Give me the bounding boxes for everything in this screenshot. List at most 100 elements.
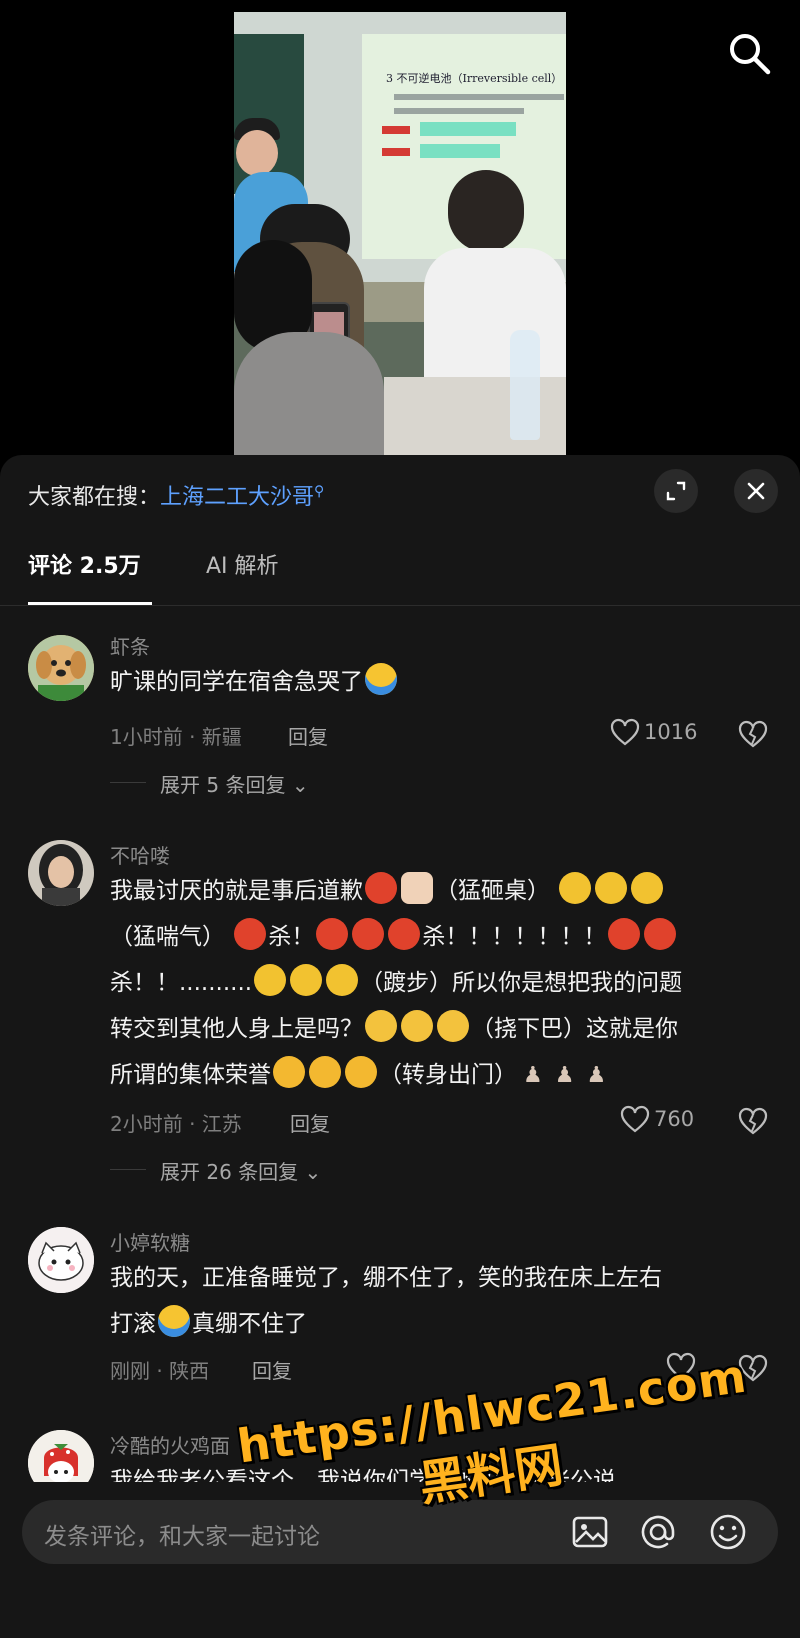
chevron-down-icon: ⌄ — [291, 773, 309, 797]
expand-sheet-button[interactable] — [654, 469, 698, 513]
comment-line: 转交到其他人身上是吗？ （挠下巴）这就是你 — [110, 1006, 770, 1052]
mention-icon[interactable] — [636, 1510, 680, 1554]
video-slide-line — [394, 108, 524, 114]
comment-time-location: 1小时前 · 新疆 — [110, 725, 242, 749]
suggested-search: 大家都在搜：上海二工大沙哥⚲ — [28, 479, 324, 511]
expand-replies-label: 展开 5 条回复 — [160, 773, 286, 797]
comment-text-span: （转身出门） — [379, 1062, 517, 1088]
huffing-face-emoji-icon — [559, 872, 592, 904]
avatar[interactable] — [28, 1227, 94, 1293]
video-bottle — [510, 330, 540, 440]
image-icon[interactable] — [568, 1510, 612, 1554]
raised-eyebrow-emoji-icon — [365, 1010, 397, 1042]
comment-username[interactable]: 不哈喽 — [110, 840, 170, 869]
comment-text-span: （猛砸桌） — [435, 878, 550, 904]
comment-text-span: 我最讨厌的就是事后道歉 — [110, 878, 363, 904]
comment-line: 我最讨厌的就是事后道歉 （猛砸桌） — [110, 868, 770, 914]
comment-time-location: 刚刚 · 陕西 — [110, 1359, 210, 1383]
huffing-face-emoji-icon — [631, 872, 664, 904]
comment-text: 旷课的同学在宿舍急哭了 — [110, 659, 770, 705]
comment-text-span: （猛喘气） — [110, 924, 225, 950]
comment-text-span: 真绷不住了 — [192, 1311, 307, 1337]
video-frame[interactable]: 3 不可逆电池（Irreversible cell） — [234, 12, 566, 455]
video-student-standing — [424, 248, 566, 398]
video-student-front — [234, 332, 384, 455]
video-area[interactable]: 3 不可逆电池（Irreversible cell） — [0, 0, 800, 455]
heart-icon — [610, 718, 640, 746]
heart-icon — [620, 1105, 650, 1133]
comment-line: 打滚 真绷不住了 — [110, 1301, 770, 1347]
chevron-down-icon: ⌄ — [304, 1160, 322, 1184]
angry-face-emoji-icon — [234, 918, 267, 950]
laughing-tears-emoji-icon — [365, 663, 397, 695]
expand-replies-button[interactable]: 展开 26 条回复 ⌄ — [160, 1156, 321, 1185]
dislike-button[interactable] — [738, 720, 768, 752]
like-count: 760 — [654, 1107, 695, 1131]
emoji-icon[interactable] — [706, 1510, 750, 1554]
like-button[interactable]: 760 — [620, 1105, 694, 1133]
comment-text-span: 所谓的集体荣誉 — [110, 1062, 271, 1088]
video-slide-title: 3 不可逆电池（Irreversible cell） — [386, 72, 563, 85]
video-teacher-face — [236, 130, 278, 176]
fist-emoji-icon — [401, 872, 433, 904]
like-count: 1016 — [644, 720, 698, 744]
angry-face-emoji-icon — [608, 918, 641, 950]
comment-text-span: 杀！ — [268, 924, 315, 950]
video-student-head — [448, 170, 524, 252]
like-button[interactable]: 1016 — [610, 718, 697, 746]
comment-text-span: 转交到其他人身上是吗？ — [110, 1016, 363, 1042]
comment-line: 杀！！.......... （踱步）所以你是想把我的问题 — [110, 960, 770, 1006]
expand-replies-label: 展开 26 条回复 — [160, 1160, 299, 1184]
comment-text-span: （踱步）所以你是想把我的问题 — [360, 970, 683, 996]
comment-text-span: 杀！！.......... — [110, 970, 253, 996]
huffing-face-emoji-icon — [254, 964, 287, 996]
reply-button[interactable]: 回复 — [252, 1355, 292, 1384]
comment-line: （猛喘气） 杀！ 杀！！！！！！！ — [110, 914, 770, 960]
angry-face-emoji-icon — [365, 872, 397, 904]
dislike-button[interactable] — [738, 1107, 768, 1139]
raised-eyebrow-emoji-icon — [437, 1010, 469, 1042]
comment-username[interactable]: 虾条 — [110, 631, 150, 660]
huffing-face-emoji-icon — [326, 964, 359, 996]
suggested-search-term[interactable]: 上海二工大沙哥 — [160, 485, 314, 510]
tab-ai-analysis[interactable]: AI 解析 — [206, 545, 279, 600]
comment-text: 我的天，正准备睡觉了，绷不住了，笑的我在床上左右 打滚 真绷不住了 — [110, 1255, 770, 1347]
comment-line: 所谓的集体荣誉 （转身出门） ♟ ♟ ♟ — [110, 1052, 770, 1099]
huffing-face-emoji-icon — [595, 872, 628, 904]
avatar[interactable] — [28, 635, 94, 701]
video-slide-line — [394, 94, 564, 100]
reply-button[interactable]: 回复 — [288, 721, 328, 750]
suggested-search-prefix: 大家都在搜： — [28, 485, 161, 510]
close-icon — [747, 482, 765, 500]
comment-text-span: 杀！！！！！！！ — [422, 924, 607, 950]
tab-comments[interactable]: 评论 2.5万 — [28, 545, 141, 600]
expand-icon — [666, 481, 686, 501]
angry-face-emoji-icon — [316, 918, 349, 950]
pouting-face-emoji-icon — [273, 1056, 305, 1088]
comment-tabs: 评论 2.5万 AI 解析 — [0, 545, 800, 606]
huffing-face-emoji-icon — [290, 964, 323, 996]
angry-face-emoji-icon — [352, 918, 385, 950]
close-button[interactable] — [734, 469, 778, 513]
active-tab-indicator — [28, 602, 152, 605]
walking-person-emoji-icon: ♟ — [523, 1063, 543, 1088]
broken-heart-icon — [738, 1107, 768, 1135]
pouting-face-emoji-icon — [309, 1056, 341, 1088]
comment-text-span: 打滚 — [110, 1311, 156, 1337]
expand-divider — [110, 782, 146, 783]
comment-line: 我的天，正准备睡觉了，绷不住了，笑的我在床上左右 — [110, 1265, 662, 1291]
comment-text-span: （挠下巴）这就是你 — [471, 1016, 678, 1042]
video-slide-label — [382, 126, 410, 134]
search-icon[interactable] — [726, 30, 772, 76]
broken-heart-icon — [738, 720, 768, 748]
laughing-tears-emoji-icon — [158, 1305, 190, 1337]
comment-username[interactable]: 冷酷的火鸡面 — [110, 1430, 230, 1459]
walking-person-emoji-icon: ♟ — [586, 1063, 607, 1088]
search-small-icon: ⚲ — [314, 483, 325, 500]
expand-replies-button[interactable]: 展开 5 条回复 ⌄ — [160, 769, 309, 798]
walking-person-emoji-icon: ♟ — [554, 1063, 575, 1088]
comment-username[interactable]: 小婷软糖 — [110, 1227, 190, 1256]
comment-time-location: 2小时前 · 江苏 — [110, 1112, 242, 1136]
reply-button[interactable]: 回复 — [290, 1108, 330, 1137]
avatar[interactable] — [28, 840, 94, 906]
